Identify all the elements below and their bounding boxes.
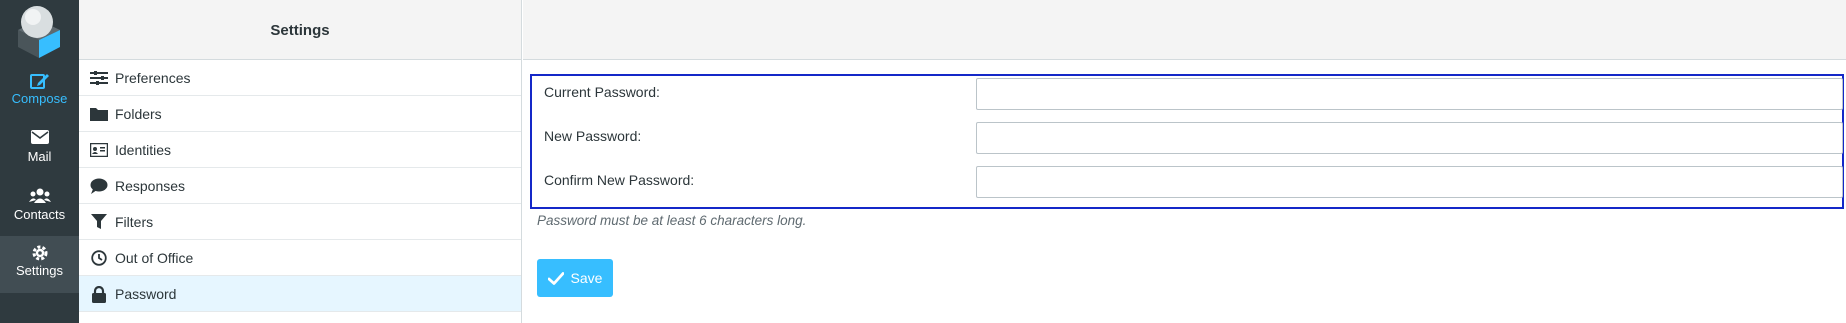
users-icon [0,180,79,204]
nav-compose-label: Compose [11,91,68,106]
password-hint: Password must be at least 6 characters l… [537,213,807,228]
settings-item-password[interactable]: Password [79,276,521,312]
new-password-input[interactable] [976,122,1843,154]
current-password-input[interactable] [976,78,1843,110]
settings-list-panel: Settings Preferences Folders Identities … [79,0,522,323]
settings-item-filters[interactable]: Filters [79,204,521,240]
settings-item-label: Identities [115,142,172,158]
filter-icon [89,204,109,240]
settings-item-label: Out of Office [115,250,194,266]
nav-mail-label: Mail [27,149,52,164]
confirm-password-label: Confirm New Password: [544,172,695,188]
save-button-label: Save [570,270,603,286]
settings-item-label: Folders [115,106,162,122]
nav-mail[interactable]: Mail [0,122,79,179]
settings-item-label: Preferences [115,70,191,86]
confirm-password-row: Confirm New Password: [532,166,1843,210]
settings-item-out-of-office[interactable]: Out of Office [79,240,521,276]
app-logo [0,0,79,62]
settings-item-label: Responses [115,178,186,194]
settings-item-identities[interactable]: Identities [79,132,521,168]
nav-compose[interactable]: Compose [0,64,79,121]
settings-list-title: Settings [79,0,521,60]
current-password-label: Current Password: [544,84,660,100]
content-header [523,0,1846,60]
id-card-icon [89,132,109,168]
envelope-icon [0,122,79,146]
save-button[interactable]: Save [537,259,613,297]
nav-contacts-label: Contacts [13,207,66,222]
settings-item-label: Filters [115,214,154,230]
main-navigation: Compose Mail Contacts Settings [0,0,79,323]
settings-item-label: Password [115,286,177,302]
nav-settings[interactable]: Settings [0,236,79,293]
settings-item-preferences[interactable]: Preferences [79,60,521,96]
comment-icon [89,168,109,204]
confirm-password-input[interactable] [976,166,1843,198]
new-password-row: New Password: [532,122,1843,166]
gear-icon [0,236,79,261]
lock-icon [89,276,109,312]
app-window: Compose Mail Contacts Settings Settings [0,0,1846,323]
settings-item-responses[interactable]: Responses [79,168,521,204]
current-password-row: Current Password: [532,78,1843,122]
password-settings-content: Current Password: New Password: Confirm … [523,0,1846,323]
nav-contacts[interactable]: Contacts [0,180,79,237]
clock-icon [89,240,109,276]
settings-item-folders[interactable]: Folders [79,96,521,132]
compose-icon [0,64,79,89]
nav-settings-label: Settings [16,263,63,278]
checkmark-icon [547,271,564,285]
sliders-icon [89,60,109,96]
new-password-label: New Password: [544,128,642,144]
folder-icon [89,96,109,132]
password-form: Current Password: New Password: Confirm … [530,74,1844,209]
